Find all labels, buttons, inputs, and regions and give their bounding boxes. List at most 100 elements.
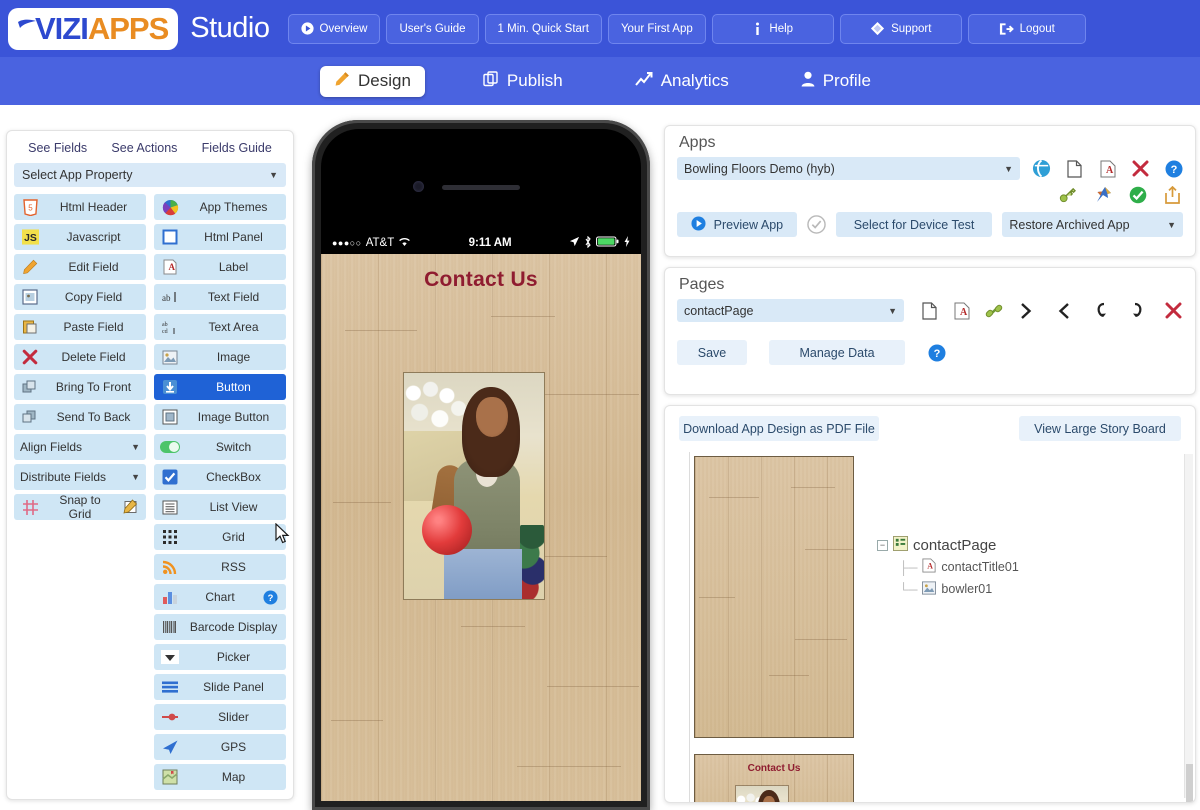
app-title-label[interactable]: Contact Us bbox=[321, 268, 641, 292]
save-button[interactable]: Save bbox=[677, 340, 747, 365]
tool-rss[interactable]: RSS bbox=[154, 554, 286, 580]
app-select-dropdown[interactable]: Bowling Floors Demo (hyb) ▼ bbox=[677, 157, 1020, 180]
move-up-icon[interactable] bbox=[1092, 301, 1111, 320]
share-upload-icon[interactable] bbox=[1163, 185, 1182, 204]
view-large-storyboard-button[interactable]: View Large Story Board bbox=[1019, 416, 1181, 441]
preview-app-button[interactable]: Preview App bbox=[677, 212, 797, 237]
see-fields-tab[interactable]: See Fields bbox=[28, 141, 87, 155]
help-circle-icon[interactable]: ? bbox=[260, 587, 280, 607]
topnav-overview-button[interactable]: Overview bbox=[287, 13, 381, 44]
tab-analytics[interactable]: Analytics bbox=[621, 66, 743, 97]
top-nav: Overview User's Guide 1 Min. Quick Start… bbox=[287, 13, 1086, 44]
carrier-label: AT&T bbox=[365, 237, 395, 249]
tool-label: Html Header bbox=[59, 200, 128, 214]
storyboard-scrollbar[interactable] bbox=[1184, 454, 1193, 802]
picker-caret-icon bbox=[160, 647, 180, 667]
tool-label: Button bbox=[216, 380, 251, 394]
fields-guide-tab[interactable]: Fields Guide bbox=[202, 141, 272, 155]
tab-profile[interactable]: Profile bbox=[787, 66, 885, 97]
topnav-your-first-app-button[interactable]: Your First App bbox=[607, 13, 706, 44]
manage-data-button[interactable]: Manage Data bbox=[769, 340, 905, 365]
link-pages-icon[interactable] bbox=[984, 301, 1003, 320]
topnav-help-button[interactable]: Help bbox=[711, 13, 834, 44]
edit-note-icon[interactable] bbox=[120, 497, 140, 517]
select-for-device-test-button[interactable]: Select for Device Test bbox=[835, 212, 993, 237]
topnav-support-button[interactable]: Support bbox=[839, 13, 962, 44]
topnav-logout-button[interactable]: Logout bbox=[967, 13, 1086, 44]
tool-picker[interactable]: Picker bbox=[154, 644, 286, 670]
pushpin-icon[interactable] bbox=[1093, 185, 1112, 204]
tool-javascript[interactable]: JS Javascript bbox=[14, 224, 146, 250]
page-select-value: contactPage bbox=[684, 303, 754, 318]
tab-publish[interactable]: Publish bbox=[469, 66, 577, 97]
tool-edit-field[interactable]: Edit Field bbox=[14, 254, 146, 280]
tool-slide-panel[interactable]: Slide Panel bbox=[154, 674, 286, 700]
distribute-fields-dropdown[interactable]: Distribute Fields ▼ bbox=[14, 464, 146, 490]
slide-panel-icon bbox=[160, 677, 180, 697]
copy-icon bbox=[483, 70, 499, 92]
new-page-icon[interactable] bbox=[920, 301, 939, 320]
tool-list-view[interactable]: List View bbox=[154, 494, 286, 520]
new-doc-icon[interactable] bbox=[1065, 159, 1084, 178]
tool-switch[interactable]: Switch bbox=[154, 434, 286, 460]
delete-page-icon[interactable] bbox=[1164, 301, 1183, 320]
tool-button[interactable]: Button bbox=[154, 374, 286, 400]
tool-map[interactable]: Map bbox=[154, 764, 286, 790]
topnav-users-guide-button[interactable]: User's Guide bbox=[386, 13, 479, 44]
tree-row-bowler01[interactable]: └─ bowler01 bbox=[877, 578, 1019, 600]
page-select-dropdown[interactable]: contactPage ▼ bbox=[677, 299, 904, 322]
move-down-icon[interactable] bbox=[1128, 301, 1147, 320]
tool-label[interactable]: A Label bbox=[154, 254, 286, 280]
tool-barcode-display[interactable]: Barcode Display bbox=[154, 614, 286, 640]
chevron-down-icon: ▼ bbox=[1004, 163, 1013, 174]
tree-row-contactpage[interactable]: − contactPage bbox=[877, 534, 1019, 556]
tool-text-area[interactable]: ab cd Text Area bbox=[154, 314, 286, 340]
topnav-quick-start-button[interactable]: 1 Min. Quick Start bbox=[484, 13, 602, 44]
tool-checkbox[interactable]: CheckBox bbox=[154, 464, 286, 490]
tab-design[interactable]: Design bbox=[320, 65, 425, 97]
prev-arrow-icon[interactable] bbox=[1054, 301, 1073, 320]
tool-bring-to-front[interactable]: Bring To Front bbox=[14, 374, 146, 400]
tool-snap-to-grid[interactable]: Snap to Grid bbox=[14, 493, 146, 521]
storyboard-thumb-1[interactable] bbox=[694, 456, 854, 738]
key-icon[interactable] bbox=[1058, 185, 1077, 204]
storyboard-thumb-2[interactable]: Contact Us bbox=[694, 754, 854, 802]
tool-image-button[interactable]: Image Button bbox=[154, 404, 286, 430]
help-circle-icon[interactable]: ? bbox=[927, 343, 946, 362]
tool-paste-field[interactable]: Paste Field bbox=[14, 314, 146, 340]
rename-label-icon[interactable]: A bbox=[1098, 159, 1117, 178]
app-canvas[interactable]: Contact Us bbox=[321, 254, 641, 801]
tool-app-themes[interactable]: App Themes bbox=[154, 194, 286, 220]
download-pdf-button[interactable]: Download App Design as PDF File bbox=[679, 416, 879, 441]
tool-send-to-back[interactable]: Send To Back bbox=[14, 404, 146, 430]
tool-delete-field[interactable]: Delete Field bbox=[14, 344, 146, 370]
globe-blue-icon[interactable] bbox=[1032, 159, 1051, 178]
tool-grid[interactable]: Grid bbox=[154, 524, 286, 550]
select-app-property-dropdown[interactable]: Select App Property ▼ bbox=[14, 163, 286, 187]
chart-bar-icon bbox=[160, 587, 180, 607]
tool-text-field[interactable]: ab Text Field bbox=[154, 284, 286, 310]
tree-row-contacttitle01[interactable]: ├─ A contactTitle01 bbox=[877, 556, 1019, 578]
bowler-image-field[interactable] bbox=[403, 372, 545, 600]
device-test-check-icon[interactable] bbox=[806, 215, 826, 234]
tree-toggle-icon[interactable]: − bbox=[877, 539, 888, 551]
tool-html-panel[interactable]: Html Panel bbox=[154, 224, 286, 250]
topnav-label: Your First App bbox=[620, 22, 693, 35]
tool-label: Barcode Display bbox=[189, 620, 278, 634]
tool-html-header[interactable]: 5 Html Header bbox=[14, 194, 146, 220]
see-actions-tab[interactable]: See Actions bbox=[111, 141, 177, 155]
align-fields-dropdown[interactable]: Align Fields ▼ bbox=[14, 434, 146, 460]
pages-panel-title: Pages bbox=[679, 276, 725, 293]
tool-image[interactable]: Image bbox=[154, 344, 286, 370]
tool-gps[interactable]: GPS bbox=[154, 734, 286, 760]
delete-x-icon[interactable] bbox=[1131, 159, 1150, 178]
green-check-icon[interactable] bbox=[1128, 185, 1147, 204]
tool-slider[interactable]: Slider bbox=[154, 704, 286, 730]
next-arrow-icon[interactable] bbox=[1016, 301, 1035, 320]
tool-chart[interactable]: Chart ? bbox=[154, 584, 286, 610]
restore-archived-app-dropdown[interactable]: Restore Archived App ▼ bbox=[1002, 212, 1183, 237]
help-circle-icon[interactable]: ? bbox=[1164, 159, 1183, 178]
rename-page-icon[interactable]: A bbox=[952, 301, 971, 320]
scrollbar-thumb[interactable] bbox=[1186, 764, 1193, 802]
tool-copy-field[interactable]: Copy Field bbox=[14, 284, 146, 310]
